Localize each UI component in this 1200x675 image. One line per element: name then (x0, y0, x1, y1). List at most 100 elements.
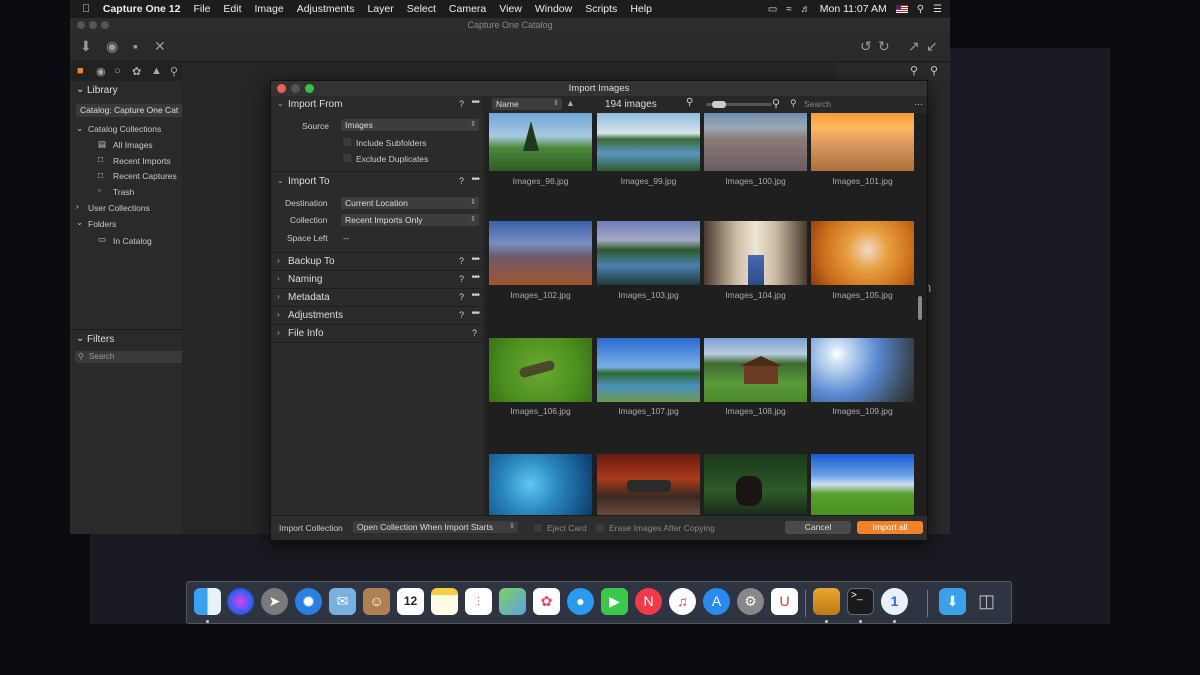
include-subfolders-checkbox[interactable] (343, 138, 351, 146)
minimize-window-button[interactable] (89, 21, 97, 29)
menu-help[interactable]: Help (630, 3, 652, 15)
caption-images-106[interactable]: Images_106.jpg (489, 406, 592, 416)
terminal-icon[interactable]: >_ (847, 588, 874, 615)
all-images-item[interactable]: All Images (113, 140, 153, 150)
reminders-icon[interactable]: ⋮ (465, 588, 492, 615)
magnet-icon[interactable]: U (771, 588, 798, 615)
search-filter-icon[interactable]: ⚲ (790, 98, 797, 109)
thumbnail-images-98[interactable] (489, 113, 592, 171)
maps-icon[interactable] (499, 588, 526, 615)
thumbnail-images-99[interactable] (597, 113, 700, 171)
exclude-duplicates-label[interactable]: Exclude Duplicates (356, 154, 428, 164)
photos-icon[interactable]: ✿ (533, 588, 560, 615)
trash-item[interactable]: Trash (113, 187, 134, 197)
import-from-title[interactable]: Import From (288, 99, 342, 110)
metadata-help-button[interactable]: ? (459, 292, 464, 302)
metadata-section[interactable]: › Metadata ? ••• (271, 289, 485, 307)
camera-icon[interactable]: ◉ (106, 38, 118, 55)
import-to-chevron-icon[interactable]: ⌄ (277, 176, 284, 185)
thumbnail-images-110[interactable] (489, 454, 592, 515)
capture-tab-icon[interactable]: ◉ (96, 65, 106, 78)
import-from-more-button[interactable]: ••• (471, 97, 479, 108)
recent-imports-item[interactable]: Recent Imports (113, 156, 171, 166)
thumbnail-images-109[interactable] (811, 338, 914, 402)
thumbnail-images-106[interactable] (489, 338, 592, 402)
thumbnail-images-112[interactable] (704, 454, 807, 515)
folder-move-icon[interactable]: ▪ (133, 38, 138, 54)
adjustments-section[interactable]: › Adjustments ? ••• (271, 307, 485, 325)
catalog-collections-chevron-icon[interactable]: ⌄ (76, 123, 83, 134)
thumbnail-images-100[interactable] (704, 113, 807, 171)
naming-title[interactable]: Naming (288, 274, 322, 285)
thumbnail-images-104[interactable] (704, 221, 807, 285)
thumbnail-images-105[interactable] (811, 221, 914, 285)
notes-icon[interactable] (431, 588, 458, 615)
wifi-icon[interactable]: ≈ (786, 4, 792, 15)
calendar-icon[interactable]: 12 (397, 588, 424, 615)
rotate-left-icon[interactable]: ↺ (860, 38, 872, 55)
caption-images-104[interactable]: Images_104.jpg (704, 290, 807, 300)
launchpad-icon[interactable]: ➤ (261, 588, 288, 615)
menu-image[interactable]: Image (255, 3, 284, 15)
lens-tab-icon[interactable]: ○ (114, 65, 121, 77)
caption-images-98[interactable]: Images_98.jpg (489, 176, 592, 186)
safari-icon[interactable] (295, 588, 322, 615)
menu-scripts[interactable]: Scripts (585, 3, 617, 15)
adjustments-help-button[interactable]: ? (459, 310, 464, 320)
caption-images-109[interactable]: Images_109.jpg (811, 406, 914, 416)
caption-images-105[interactable]: Images_105.jpg (811, 290, 914, 300)
thumbnail-images-102[interactable] (489, 221, 592, 285)
app-store-icon[interactable]: A (703, 588, 730, 615)
dialog-minimize-button[interactable] (291, 84, 300, 93)
import-to-title[interactable]: Import To (288, 176, 330, 187)
zoom-window-button[interactable] (101, 21, 109, 29)
naming-help-button[interactable]: ? (459, 274, 464, 284)
spotlight-icon[interactable]: ⚲ (917, 4, 924, 15)
naming-chevron-icon[interactable]: › (277, 274, 280, 283)
filters-chevron-icon[interactable]: ⌄ (76, 333, 84, 344)
collection-select[interactable]: Recent Imports Only ⇕ (341, 214, 479, 226)
import-from-chevron-icon[interactable]: ⌄ (277, 99, 284, 108)
include-subfolders-label[interactable]: Include Subfolders (356, 138, 426, 148)
file-info-chevron-icon[interactable]: › (277, 328, 280, 337)
backup-to-more-button[interactable]: ••• (471, 254, 479, 265)
dialog-close-button[interactable] (277, 84, 286, 93)
sort-direction-icon[interactable]: ▲ (566, 98, 575, 108)
exposure-tab-icon[interactable]: ▲ (151, 65, 162, 77)
system-preferences-icon[interactable]: ⚙ (737, 588, 764, 615)
thumbnail-images-103[interactable] (597, 221, 700, 285)
eject-card-label[interactable]: Eject Card (547, 523, 587, 533)
flag-icon[interactable] (895, 5, 908, 13)
import-all-button[interactable]: Import all (857, 521, 923, 534)
menu-app-name[interactable]: Capture One 12 (103, 3, 181, 15)
viewer-zoom-icon[interactable]: ⚲ (930, 64, 938, 77)
caption-images-107[interactable]: Images_107.jpg (597, 406, 700, 416)
erase-images-label[interactable]: Erase Images After Copying (609, 523, 715, 533)
library-chevron-icon[interactable]: ⌄ (76, 84, 84, 95)
color-tab-icon[interactable]: ✿ (132, 65, 141, 78)
thumbnail-images-108[interactable] (704, 338, 807, 402)
folders-header[interactable]: Folders (88, 219, 116, 229)
sort-select[interactable]: Name ⇕ (492, 98, 562, 110)
downloads-icon[interactable]: ⬇ (939, 588, 966, 615)
viewer-search-icon[interactable]: ⚲ (910, 64, 918, 77)
library-title[interactable]: Library (87, 85, 118, 96)
airplay-icon[interactable]: ▭ (768, 4, 777, 15)
filters-search-input[interactable]: ⚲ Search (75, 351, 182, 363)
thumbnail-images-111[interactable] (597, 454, 700, 515)
caption-images-100[interactable]: Images_100.jpg (704, 176, 807, 186)
collapse-icon[interactable]: ↙ (926, 38, 938, 55)
user-collections-header[interactable]: User Collections (88, 203, 150, 213)
volume-icon[interactable]: ♬ (801, 4, 811, 15)
naming-more-button[interactable]: ••• (471, 272, 479, 283)
notification-center-icon[interactable]: ☰ (933, 4, 942, 15)
rotate-right-icon[interactable]: ↻ (878, 38, 890, 55)
menu-file[interactable]: File (193, 3, 210, 15)
thumbnail-images-101[interactable] (811, 113, 914, 171)
browser-search-input[interactable]: Search (804, 99, 831, 109)
import-to-more-button[interactable]: ••• (471, 174, 479, 185)
erase-images-checkbox[interactable] (596, 524, 604, 532)
menu-edit[interactable]: Edit (223, 3, 241, 15)
music-icon[interactable]: ♫ (669, 588, 696, 615)
messages-icon[interactable]: ● (567, 588, 594, 615)
